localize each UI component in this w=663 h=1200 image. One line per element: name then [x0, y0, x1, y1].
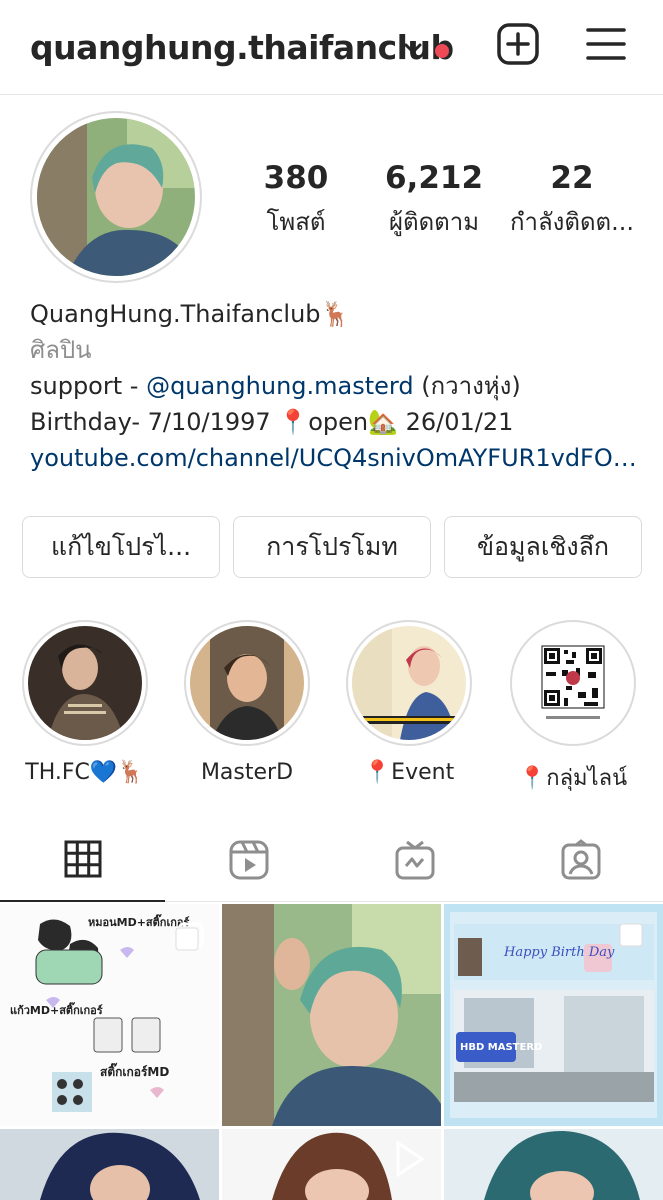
highlight-ring [22, 620, 148, 746]
highlight-label: 📍Event [363, 760, 455, 785]
highlight-thfc[interactable]: TH.FC💙🦌 [20, 620, 150, 785]
tagged-icon [561, 839, 600, 880]
profile-link[interactable]: youtube.com/channel/UCQ4snivOmAYFUR1vdFO… [30, 440, 640, 476]
highlight-event[interactable]: 📍Event [344, 620, 474, 785]
edit-profile-button[interactable]: แก้ไขโปรไ... [22, 516, 220, 578]
stat-following[interactable]: 22 กำลังติดต... [508, 160, 636, 241]
post-caption-2: แก้วMD+สติ๊กเกอร์ [10, 1002, 103, 1017]
bio-line-support: support - @quanghung.masterd (กวางหุ่ง) [30, 368, 640, 404]
posts-count: 380 [263, 160, 329, 196]
bio-mention[interactable]: @quanghung.masterd [146, 372, 414, 400]
highlight-cover [190, 626, 304, 740]
insights-button[interactable]: ข้อมูลเชิงลึก [444, 516, 642, 578]
qr-code-icon [516, 626, 630, 740]
highlight-masterd[interactable]: MasterD [182, 620, 312, 785]
top-bar: quanghung.thaifanclub [0, 0, 663, 95]
igtv-icon [395, 840, 434, 880]
post-grid: หมอนMD+สติ๊กเกอร์ แก้วMD+สติ๊กเกอร์ สติ๊… [0, 904, 663, 1200]
menu-icon[interactable] [586, 24, 626, 64]
highlight-label: MasterD [200, 760, 294, 785]
followers-label: ผู้ติดตาม [388, 208, 480, 236]
following-count: 22 [550, 160, 594, 196]
post-portrait-2[interactable] [222, 1129, 441, 1200]
highlight-label: TH.FC💙🦌 [25, 760, 145, 785]
highlight-cover [352, 626, 466, 740]
highlight-line-group[interactable]: 📍กลุ่มไลน์ [508, 620, 638, 795]
account-username[interactable]: quanghung.thaifanclub [30, 28, 454, 67]
post-birthday-billboard[interactable]: Happy Birth Day HBD MASTERD [444, 904, 663, 1126]
profile-bio: QuangHung.Thaifanclub🦌 ศิลปิน support - … [30, 296, 640, 476]
posts-label: โพสต์ [266, 208, 326, 236]
grid-icon [64, 840, 101, 878]
post-caption-3: สติ๊กเกอร์MD [100, 1062, 169, 1079]
post-caption-1: หมอนMD+สติ๊กเกอร์ [88, 914, 189, 929]
post-portrait-1[interactable] [0, 1129, 219, 1200]
post-merch-promo[interactable]: หมอนMD+สติ๊กเกอร์ แก้วMD+สติ๊กเกอร์ สติ๊… [0, 904, 219, 1126]
tab-igtv[interactable] [332, 818, 497, 902]
tab-reels[interactable] [166, 818, 331, 902]
tab-grid[interactable] [0, 818, 165, 902]
highlight-ring [510, 620, 636, 746]
post-caption-4: Happy Birth Day [503, 945, 615, 960]
post-caption-5: HBD MASTERD [460, 1042, 542, 1053]
notification-dot [435, 44, 449, 58]
highlight-ring [184, 620, 310, 746]
highlight-ring [346, 620, 472, 746]
post-portrait-3[interactable] [444, 1129, 663, 1200]
profile-category: ศิลปิน [30, 336, 92, 364]
bio-line-birthday: Birthday- 7/10/1997 📍open🏡 26/01/21 [30, 408, 514, 436]
profile-avatar[interactable] [30, 111, 202, 283]
add-post-icon[interactable] [496, 22, 540, 66]
chevron-down-icon[interactable] [402, 38, 424, 60]
reels-icon [229, 840, 268, 880]
avatar-image [37, 118, 195, 276]
promote-button[interactable]: การโปรโมท [233, 516, 431, 578]
stat-followers[interactable]: 6,212 ผู้ติดตาม [378, 160, 490, 241]
stat-posts[interactable]: 380 โพสต์ [248, 160, 344, 241]
bio-support-prefix: support - [30, 372, 147, 400]
followers-count: 6,212 [384, 160, 484, 196]
tab-tagged[interactable] [498, 818, 663, 902]
post-portrait-tree[interactable] [222, 904, 441, 1126]
bio-support-suffix: (กวางหุ่ง) [413, 372, 521, 400]
following-label: กำลังติดต... [509, 208, 635, 236]
profile-tabs [0, 818, 663, 902]
display-name: QuangHung.Thaifanclub🦌 [30, 300, 351, 328]
highlight-label: 📍กลุ่มไลน์ [518, 766, 628, 791]
highlight-cover [28, 626, 142, 740]
